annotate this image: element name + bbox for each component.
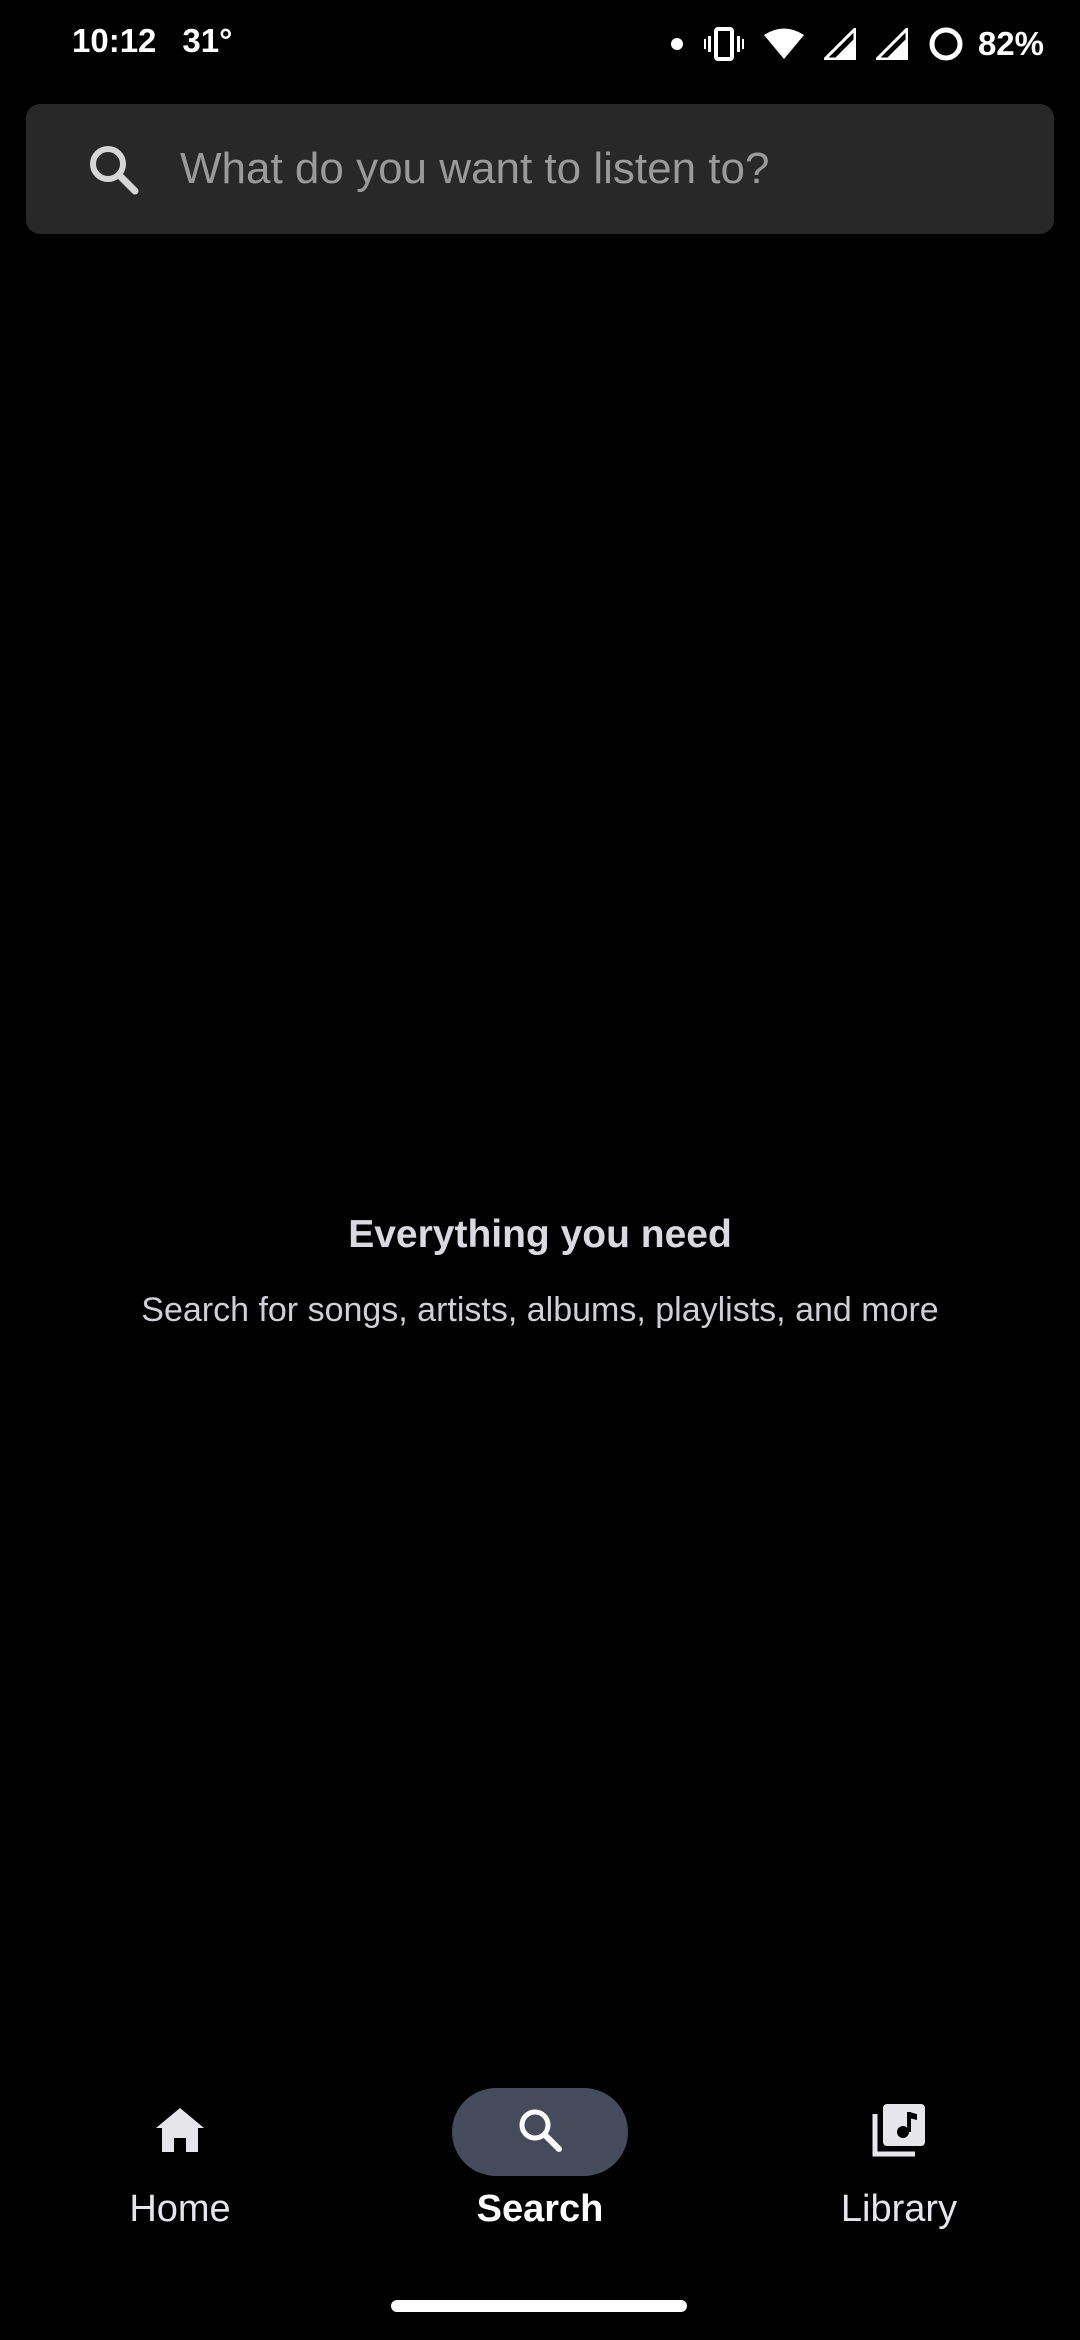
wifi-icon bbox=[763, 28, 804, 60]
nav-label-home: Home bbox=[129, 2188, 231, 2230]
empty-state-title: Everything you need bbox=[348, 1213, 732, 1256]
search-icon bbox=[84, 140, 144, 200]
home-indicator[interactable] bbox=[391, 2300, 687, 2312]
nav-icon-container bbox=[811, 2088, 987, 2176]
nav-item-search[interactable]: Search bbox=[390, 2088, 690, 2268]
cell-signal-icon bbox=[875, 28, 908, 60]
cell-signal-icon bbox=[823, 28, 856, 60]
status-temperature: 31° bbox=[182, 22, 233, 59]
empty-state-subtitle: Search for songs, artists, albums, playl… bbox=[141, 1291, 939, 1329]
battery-saver-icon bbox=[928, 26, 964, 62]
status-time: 10:12 bbox=[72, 22, 157, 59]
home-icon bbox=[152, 2102, 208, 2163]
nav-label-search: Search bbox=[476, 2188, 604, 2230]
notification-dot-icon bbox=[670, 37, 684, 51]
library-icon bbox=[869, 2100, 929, 2165]
nav-item-home[interactable]: Home bbox=[30, 2088, 330, 2268]
nav-label-library: Library bbox=[840, 2188, 958, 2230]
status-left: 10:12 31° bbox=[72, 22, 232, 60]
battery-percent: 82% bbox=[977, 25, 1044, 62]
status-right: 82% bbox=[650, 20, 1044, 68]
search-icon bbox=[514, 2104, 566, 2161]
vibrate-icon bbox=[703, 27, 744, 61]
status-bar: 10:12 31° 82% bbox=[0, 0, 1080, 88]
nav-icon-container-active bbox=[452, 2088, 628, 2176]
nav-item-library[interactable]: Library bbox=[749, 2088, 1049, 2268]
bottom-navigation: Home Search Library bbox=[0, 2070, 1080, 2270]
search-bar[interactable] bbox=[26, 104, 1054, 234]
search-input[interactable] bbox=[180, 104, 1020, 234]
empty-state: Everything you need Search for songs, ar… bbox=[0, 1205, 1080, 1335]
nav-icon-container bbox=[92, 2088, 268, 2176]
